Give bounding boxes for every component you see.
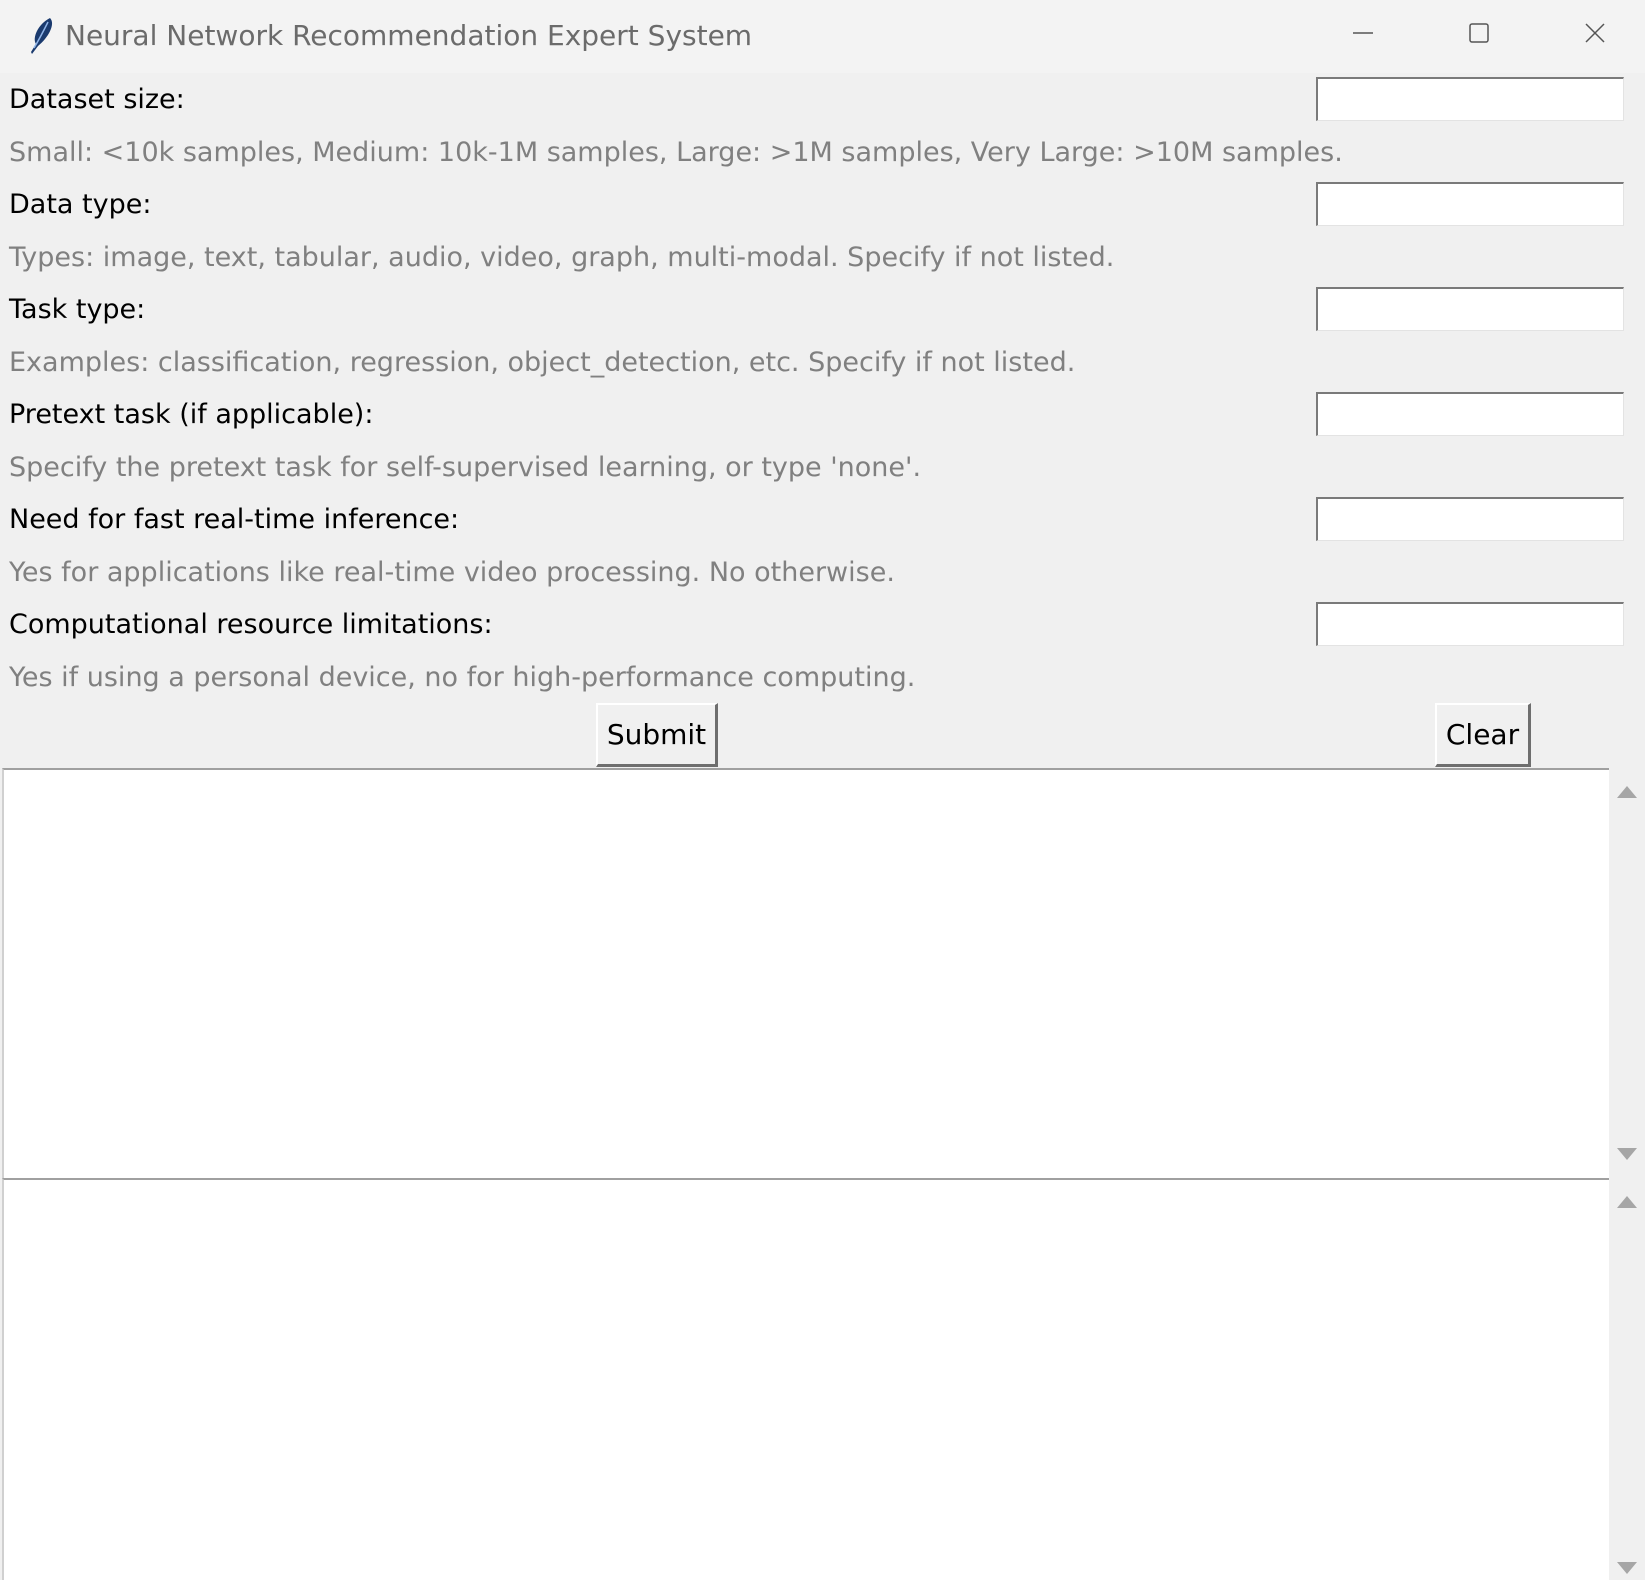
pretext-task-input[interactable] (1316, 392, 1624, 436)
maximize-button[interactable] (1421, 0, 1537, 66)
title-bar[interactable]: Neural Network Recommendation Expert Sys… (0, 0, 1645, 73)
feather-icon (31, 18, 53, 54)
triangle-up-icon (1617, 1196, 1637, 1208)
triangle-up-icon (1617, 786, 1637, 798)
compute-limits-input[interactable] (1316, 602, 1624, 646)
minimize-button[interactable] (1305, 0, 1421, 66)
task-type-label: Task type: (9, 294, 146, 325)
compute-limits-hint: Yes if using a personal device, no for h… (9, 662, 916, 693)
pretext-task-label: Pretext task (if applicable): (9, 399, 374, 430)
scroll-down-button[interactable] (1609, 1142, 1645, 1166)
scroll-up-button[interactable] (1609, 780, 1645, 804)
pretext-task-hint: Specify the pretext task for self-superv… (9, 452, 922, 483)
dataset-size-input[interactable] (1316, 77, 1624, 121)
dataset-size-hint: Small: <10k samples, Medium: 10k-1M samp… (9, 137, 1343, 168)
output-scrollbar[interactable] (1609, 768, 1645, 1178)
triangle-down-icon (1617, 1562, 1637, 1574)
task-type-hint: Examples: classification, regression, ob… (9, 347, 1076, 378)
dataset-size-label: Dataset size: (9, 84, 185, 115)
realtime-inference-label: Need for fast real-time inference: (9, 504, 460, 535)
submit-button[interactable]: Submit (596, 703, 718, 767)
close-icon (1585, 23, 1605, 43)
minimize-icon (1353, 32, 1373, 34)
data-type-label: Data type: (9, 189, 152, 220)
realtime-inference-hint: Yes for applications like real-time vide… (9, 557, 895, 588)
task-type-input[interactable] (1316, 287, 1624, 331)
realtime-inference-input[interactable] (1316, 497, 1624, 541)
data-type-input[interactable] (1316, 182, 1624, 226)
close-button[interactable] (1537, 0, 1645, 66)
data-type-hint: Types: image, text, tabular, audio, vide… (9, 242, 1115, 273)
scroll-up-button[interactable] (1609, 1190, 1645, 1214)
triangle-down-icon (1617, 1148, 1637, 1160)
scroll-down-button[interactable] (1609, 1556, 1645, 1580)
window-title: Neural Network Recommendation Expert Sys… (65, 19, 753, 52)
log-text-area[interactable] (2, 1178, 1609, 1580)
maximize-icon (1469, 23, 1489, 43)
output-text-area[interactable] (2, 768, 1609, 1178)
log-scrollbar[interactable] (1609, 1178, 1645, 1580)
app-window: Neural Network Recommendation Expert Sys… (0, 0, 1645, 1580)
compute-limits-label: Computational resource limitations: (9, 609, 493, 640)
clear-button[interactable]: Clear (1435, 703, 1531, 767)
